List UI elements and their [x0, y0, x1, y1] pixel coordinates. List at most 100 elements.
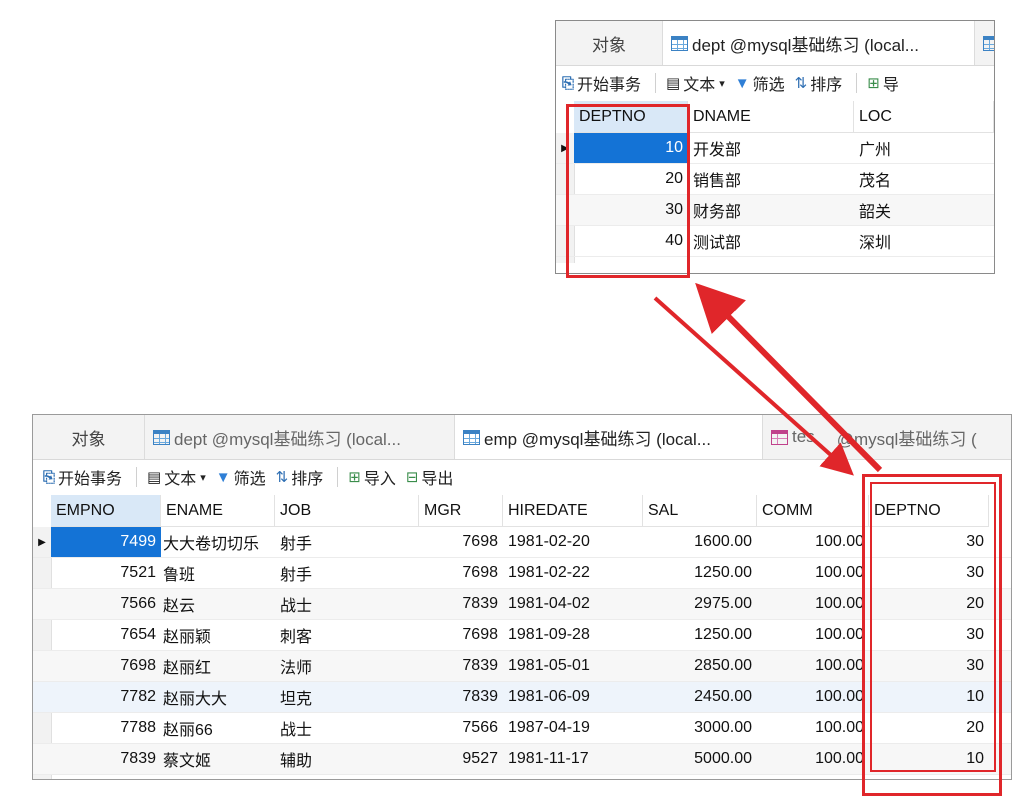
cell-empno[interactable]: 7499 [51, 527, 161, 557]
cell-sal[interactable]: 2450.00 [643, 682, 757, 712]
sort-button[interactable]: ⇅ 排序 [276, 465, 324, 489]
cell-deptno[interactable]: 30 [869, 620, 989, 650]
cell-loc[interactable]: 茂名 [854, 164, 994, 194]
cell-job[interactable]: 坦克 [275, 682, 419, 712]
cell-job[interactable]: 刺客 [275, 620, 419, 650]
cell-deptno[interactable]: 20 [869, 713, 989, 743]
cell-dname[interactable]: 开发部 [688, 133, 854, 163]
column-header-deptno[interactable]: DEPTNO [574, 101, 688, 133]
cell-empno[interactable]: 7521 [51, 558, 161, 588]
filter-button[interactable]: ▼ 筛选 [735, 71, 785, 95]
cell-mgr[interactable]: 9527 [419, 744, 503, 774]
tab-dept[interactable]: dept @mysql基础练习 (local... [663, 21, 975, 65]
table-row[interactable]: ▶ 7499 大大卷切切乐 射手 7698 1981-02-20 1600.00… [33, 527, 1011, 558]
cell-deptno[interactable]: 30 [869, 527, 989, 557]
cell-mgr[interactable]: 7566 [419, 713, 503, 743]
cell-job[interactable]: 辅助 [275, 744, 419, 774]
import-button[interactable]: ⊞ 导入 [348, 465, 396, 489]
cell-hiredate[interactable]: 1981-02-22 [503, 558, 643, 588]
tab-test[interactable]: tes @mysql基础练习 ( [763, 415, 1011, 459]
tab-objects[interactable]: 对象 [33, 415, 145, 459]
cell-mgr[interactable]: 7698 [419, 558, 503, 588]
column-header-comm[interactable]: COMM [757, 495, 869, 527]
cell-empno[interactable]: 7839 [51, 744, 161, 774]
tab-next-partial[interactable] [975, 21, 994, 65]
cell-dname[interactable]: 测试部 [688, 226, 854, 256]
table-row[interactable]: 30 财务部 韶关 [556, 195, 994, 226]
cell-deptno[interactable]: 20 [574, 164, 688, 194]
cell-comm[interactable]: 100.00 [757, 620, 869, 650]
import-button[interactable]: ⊞ 导 [867, 71, 899, 95]
cell-comm[interactable]: 100.00 [757, 682, 869, 712]
text-view-button[interactable]: ▤ 文本 ▾ [666, 71, 725, 95]
cell-dname[interactable]: 财务部 [688, 195, 854, 225]
cell-empno[interactable]: 7788 [51, 713, 161, 743]
export-button[interactable]: ⊟ 导出 [406, 465, 454, 489]
cell-empno[interactable]: 7654 [51, 620, 161, 650]
column-header-ename[interactable]: ENAME [161, 495, 275, 527]
cell-job[interactable]: 法师 [275, 651, 419, 681]
table-row[interactable]: 40 测试部 深圳 [556, 226, 994, 257]
cell-comm[interactable]: 100.00 [757, 651, 869, 681]
cell-deptno[interactable]: 10 [869, 682, 989, 712]
cell-sal[interactable]: 3000.00 [643, 713, 757, 743]
cell-deptno[interactable]: 10 [574, 133, 688, 163]
cell-hiredate[interactable]: 1981-04-02 [503, 589, 643, 619]
cell-comm[interactable]: 100.00 [757, 558, 869, 588]
cell-ename[interactable]: 赵丽大大 [161, 682, 275, 712]
begin-transaction-button[interactable]: ⎘ 开始事务 [43, 465, 122, 489]
filter-button[interactable]: ▼ 筛选 [216, 465, 266, 489]
cell-hiredate[interactable]: 1981-11-17 [503, 744, 643, 774]
cell-comm[interactable]: 100.00 [757, 744, 869, 774]
table-row[interactable]: 20 销售部 茂名 [556, 164, 994, 195]
tab-emp[interactable]: emp @mysql基础练习 (local... [455, 415, 763, 459]
cell-sal[interactable]: 1250.00 [643, 620, 757, 650]
column-header-dname[interactable]: DNAME [688, 101, 854, 133]
table-row[interactable]: 7521 鲁班 射手 7698 1981-02-22 1250.00 100.0… [33, 558, 1011, 589]
cell-ename[interactable]: 赵丽66 [161, 713, 275, 743]
cell-deptno[interactable]: 30 [574, 195, 688, 225]
column-header-deptno[interactable]: DEPTNO [869, 495, 989, 527]
cell-hiredate[interactable]: 1987-04-19 [503, 713, 643, 743]
cell-hiredate[interactable]: 1981-02-20 [503, 527, 643, 557]
cell-ename[interactable]: 蔡文姬 [161, 744, 275, 774]
column-header-mgr[interactable]: MGR [419, 495, 503, 527]
cell-mgr[interactable]: 7839 [419, 651, 503, 681]
table-row[interactable]: 7788 赵丽66 战士 7566 1987-04-19 3000.00 100… [33, 713, 1011, 744]
column-header-empno[interactable]: EMPNO [51, 495, 161, 527]
cell-hiredate[interactable]: 1981-09-28 [503, 620, 643, 650]
cell-hiredate[interactable]: 1981-05-01 [503, 651, 643, 681]
cell-job[interactable]: 射手 [275, 527, 419, 557]
cell-empno[interactable]: 7782 [51, 682, 161, 712]
column-header-job[interactable]: JOB [275, 495, 419, 527]
cell-deptno[interactable]: 10 [869, 744, 989, 774]
cell-sal[interactable]: 2975.00 [643, 589, 757, 619]
cell-job[interactable]: 射手 [275, 558, 419, 588]
cell-job[interactable]: 战士 [275, 589, 419, 619]
cell-deptno[interactable]: 30 [869, 558, 989, 588]
cell-sal[interactable]: 1250.00 [643, 558, 757, 588]
cell-sal[interactable]: 1600.00 [643, 527, 757, 557]
table-row[interactable]: 7839 蔡文姬 辅助 9527 1981-11-17 5000.00 100.… [33, 744, 1011, 775]
table-row[interactable]: 7654 赵丽颖 刺客 7698 1981-09-28 1250.00 100.… [33, 620, 1011, 651]
cell-loc[interactable]: 广州 [854, 133, 994, 163]
table-row[interactable]: 7698 赵丽红 法师 7839 1981-05-01 2850.00 100.… [33, 651, 1011, 682]
cell-empno[interactable]: 7698 [51, 651, 161, 681]
tab-dept[interactable]: dept @mysql基础练习 (local... [145, 415, 455, 459]
cell-mgr[interactable]: 7698 [419, 620, 503, 650]
table-row[interactable]: 7566 赵云 战士 7839 1981-04-02 2975.00 100.0… [33, 589, 1011, 620]
cell-ename[interactable]: 鲁班 [161, 558, 275, 588]
column-header-hiredate[interactable]: HIREDATE [503, 495, 643, 527]
cell-ename[interactable]: 赵云 [161, 589, 275, 619]
sort-button[interactable]: ⇅ 排序 [795, 71, 843, 95]
cell-mgr[interactable]: 7839 [419, 589, 503, 619]
cell-mgr[interactable]: 7839 [419, 682, 503, 712]
cell-ename[interactable]: 大大卷切切乐 [161, 527, 275, 557]
cell-sal[interactable]: 5000.00 [643, 744, 757, 774]
cell-dname[interactable]: 销售部 [688, 164, 854, 194]
column-header-sal[interactable]: SAL [643, 495, 757, 527]
tab-objects[interactable]: 对象 [556, 21, 663, 65]
table-row[interactable]: ▶ 10 开发部 广州 [556, 133, 994, 164]
cell-deptno[interactable]: 20 [869, 589, 989, 619]
column-header-loc[interactable]: LOC [854, 101, 994, 133]
